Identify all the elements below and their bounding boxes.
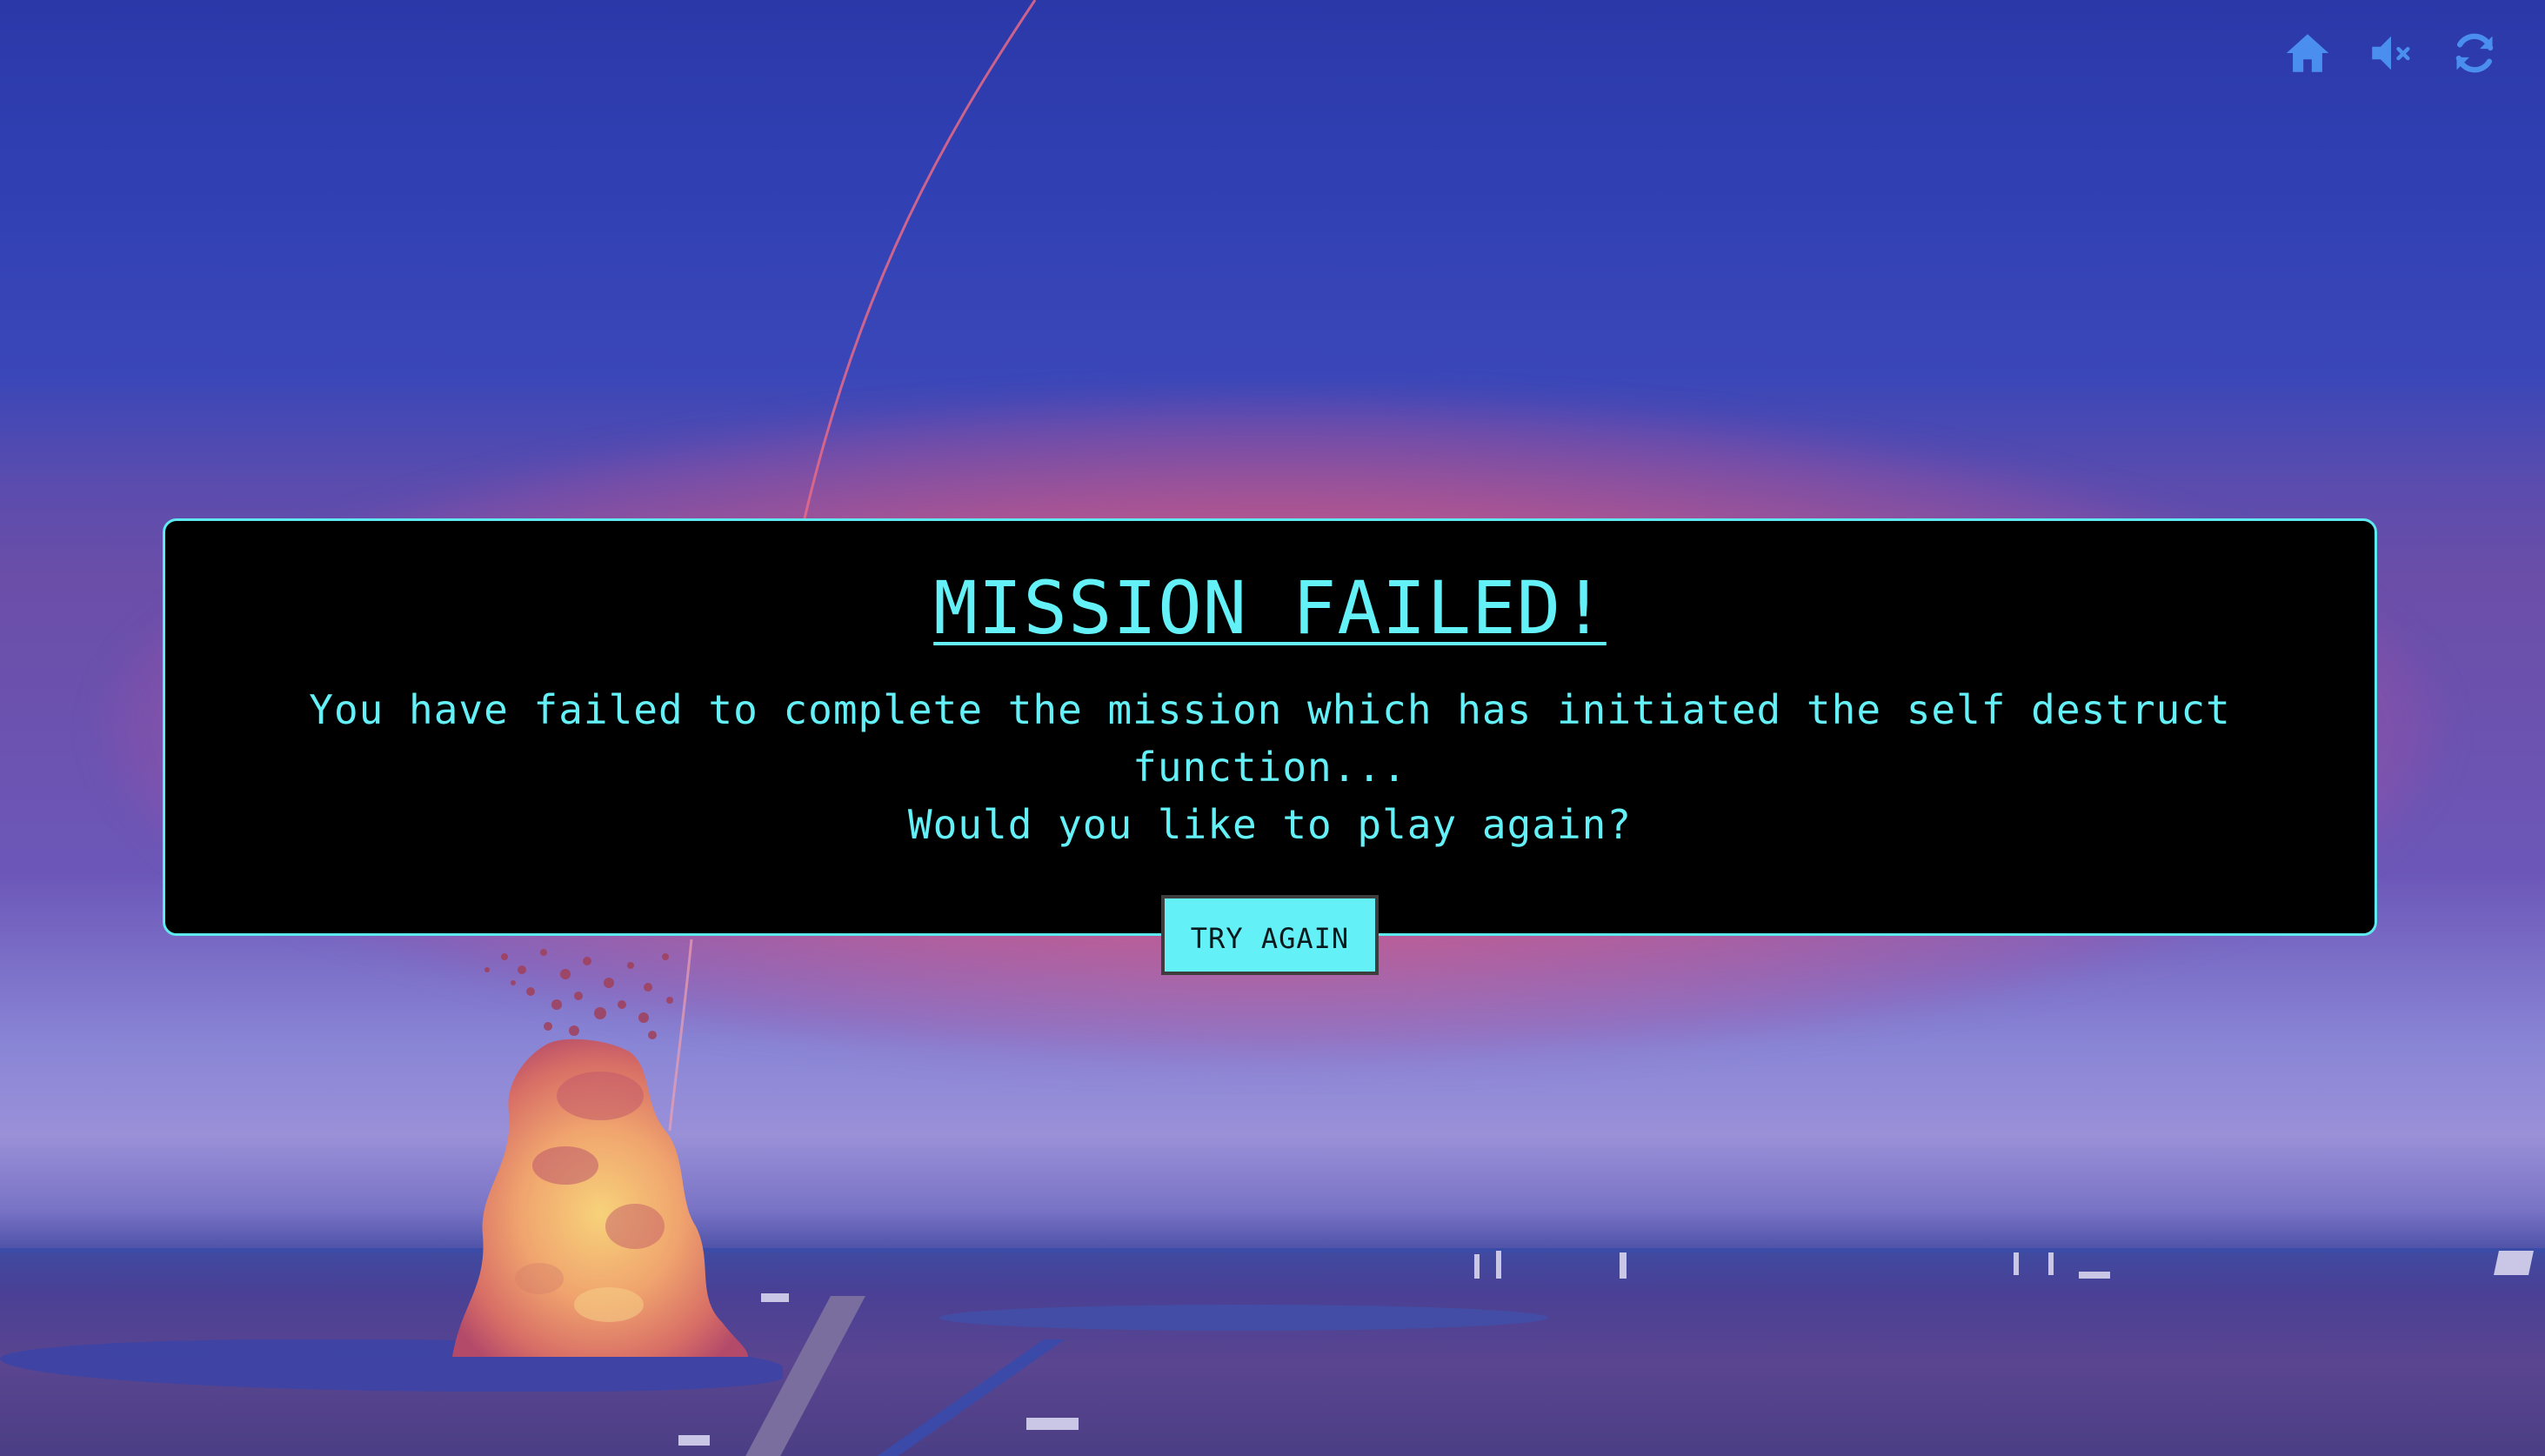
refresh-icon bbox=[2455, 33, 2494, 73]
building bbox=[678, 1435, 710, 1446]
mute-button[interactable] bbox=[2364, 26, 2418, 80]
top-controls bbox=[2281, 26, 2502, 80]
mission-failed-dialog: MISSION FAILED! You have failed to compl… bbox=[163, 518, 2377, 975]
launch-structure bbox=[1474, 1254, 1480, 1279]
launch-structure bbox=[2048, 1252, 2054, 1275]
launch-structure bbox=[1620, 1252, 1627, 1279]
building bbox=[1026, 1418, 1079, 1430]
try-again-button[interactable]: TRY AGAIN bbox=[1160, 895, 1379, 975]
dialog-message: You have failed to complete the mission … bbox=[165, 681, 2375, 853]
building bbox=[2079, 1272, 2110, 1279]
dialog-message-line1: You have failed to complete the mission … bbox=[309, 686, 2231, 791]
game-scene: MISSION FAILED! You have failed to compl… bbox=[0, 0, 2545, 1456]
home-button[interactable] bbox=[2281, 26, 2335, 80]
launch-structure bbox=[2014, 1252, 2019, 1275]
lagoon bbox=[939, 1305, 1548, 1331]
mute-icon bbox=[2372, 36, 2410, 70]
launch-structure bbox=[1496, 1251, 1501, 1279]
dialog-title: MISSION FAILED! bbox=[933, 565, 1606, 651]
building bbox=[2494, 1251, 2534, 1275]
refresh-button[interactable] bbox=[2448, 26, 2502, 80]
home-icon bbox=[2286, 34, 2329, 72]
dialog-message-line2: Would you like to play again? bbox=[907, 801, 1633, 848]
explosion bbox=[452, 949, 748, 1357]
